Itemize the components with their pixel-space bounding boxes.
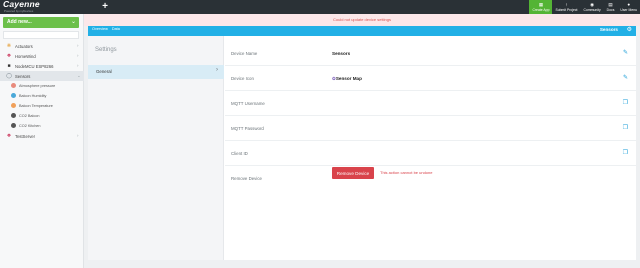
settings-value-text: Sensor Map (335, 76, 362, 81)
chevron-down-icon: ⌄ (70, 19, 76, 25)
sensor-label: CO2 Kitchen (19, 124, 41, 128)
sensor-label: CO2 Balcon (19, 114, 40, 118)
settings-key: Device Icon (231, 76, 254, 81)
logo-text: Cayenne (3, 0, 40, 9)
chevron-right-icon: › (77, 53, 79, 58)
sidebar-item-actuators[interactable]: ❋ Actuators › (0, 41, 84, 51)
settings-nav: Settings General › (88, 36, 224, 260)
settings-row-device-icon: Device Icon ✿Sensor Map ✎ (225, 66, 636, 91)
user-menu-button[interactable]: ● User Menu (617, 0, 640, 14)
settings-value: Sensors (332, 51, 351, 56)
settings-row-device-name: Device Name Sensors ✎ (225, 41, 636, 66)
settings-key: Client ID (231, 151, 248, 156)
docs-label: Docs (606, 8, 615, 12)
add-new-button[interactable]: Add new... ⌄ (3, 17, 79, 28)
copy-icon[interactable]: ❐ (623, 99, 628, 106)
sensor-icon: ◯ (6, 73, 12, 79)
community-label: Community (583, 8, 601, 12)
docs-button[interactable]: ▤ Docs (604, 0, 618, 14)
raspberry-icon: ❖ (6, 53, 12, 59)
sensor-label: Balcon Humidity (19, 94, 47, 98)
sidebar: Add new... ⌄ ❋ Actuators › ❖ HomeWind › … (0, 14, 84, 268)
settings-row-client-id: Client ID ❐ (225, 141, 636, 166)
remove-warning: This action cannot be undone (380, 170, 433, 175)
chevron-down-icon: ⌄ (77, 73, 81, 78)
sensor-item-co2-balcon[interactable]: CO2 Balcon (0, 111, 84, 121)
sidebar-item-homewind[interactable]: ❖ HomeWind › (0, 51, 84, 61)
settings-row-mqtt-password: MQTT Password ❐ (225, 116, 636, 141)
sidebar-item-nodemcu[interactable]: ■ NodeMCU ESP8266 › (0, 61, 84, 71)
copy-icon[interactable]: ❐ (623, 124, 628, 131)
sensor-item-balcon-temperature[interactable]: Balcon Temperature (0, 101, 84, 111)
edit-icon[interactable]: ✎ (623, 49, 628, 56)
copy-icon[interactable]: ❐ (623, 149, 628, 156)
sidebar-item-label: Actuators (15, 44, 33, 49)
device-title: Sensors (599, 27, 618, 32)
sensor-item-atmosphere-pressure[interactable]: Atmosphere pressure (0, 81, 84, 91)
co2-icon (11, 123, 16, 128)
sidebar-item-testserver[interactable]: ❖ TestServer › (0, 131, 84, 141)
settings-nav-general[interactable]: General › (88, 65, 224, 79)
board-icon: ■ (7, 63, 11, 69)
sensor-item-co2-kitchen[interactable]: CO2 Kitchen (0, 121, 84, 131)
cayenne-logo[interactable]: Cayenne Powered by myDevices (3, 0, 83, 14)
pressure-icon (11, 83, 16, 88)
edit-icon[interactable]: ✎ (623, 74, 628, 81)
humidity-icon (11, 93, 16, 98)
sidebar-item-label: TestServer (15, 134, 36, 139)
chevron-right-icon: › (77, 43, 79, 48)
settings-key: MQTT Username (231, 101, 265, 106)
add-new-label: Add new... (7, 19, 32, 25)
error-notification: Could not update device settings (84, 14, 640, 26)
user-menu-label: User Menu (620, 8, 637, 12)
tab-overview[interactable]: Overview (92, 26, 108, 32)
device-header-bar: Overview Data Sensors ⚙ (88, 26, 636, 36)
device-tabs: Overview Data (92, 26, 120, 32)
temperature-icon (11, 103, 16, 108)
submit-project-label: Submit Project (555, 8, 578, 12)
actuator-icon: ❋ (6, 43, 12, 49)
settings-value: ✿Sensor Map (332, 76, 362, 82)
sensor-label: Atmosphere pressure (19, 84, 56, 88)
sidebar-item-label: Sensors (15, 74, 31, 79)
tab-data[interactable]: Data (112, 26, 120, 32)
top-actions: ▦ Create App ↑ Submit Project ◉ Communit… (529, 0, 640, 14)
co2-icon (11, 113, 16, 118)
settings-title: Settings (95, 47, 117, 53)
sensor-label: Balcon Temperature (19, 104, 53, 108)
chevron-right-icon: › (77, 63, 79, 68)
device-list: ❋ Actuators › ❖ HomeWind › ■ NodeMCU ESP… (0, 41, 84, 141)
sidebar-item-label: NodeMCU ESP8266 (15, 64, 54, 69)
settings-key: Device Name (231, 51, 258, 56)
settings-row-mqtt-username: MQTT Username ❐ (225, 91, 636, 116)
sensor-item-balcon-humidity[interactable]: Balcon Humidity (0, 91, 84, 101)
top-bar: Cayenne Powered by myDevices + ▦ Create … (0, 0, 640, 14)
device-search-input[interactable] (3, 31, 79, 39)
add-tab-button[interactable]: + (100, 1, 110, 13)
sidebar-item-label: HomeWind (15, 54, 36, 59)
raspberry-icon: ❖ (6, 133, 12, 139)
chevron-right-icon: › (77, 133, 79, 138)
gear-icon[interactable]: ⚙ (627, 26, 632, 33)
settings-rows: Device Name Sensors ✎ Device Icon ✿Senso… (225, 41, 636, 191)
chevron-right-icon: › (216, 67, 218, 73)
community-button[interactable]: ◉ Community (581, 0, 604, 14)
settings-key: MQTT Password (231, 126, 264, 131)
sidebar-item-sensors[interactable]: ◯ Sensors ⌄ (0, 71, 84, 81)
settings-nav-label: General (96, 69, 112, 74)
logo-subtitle: Powered by myDevices (4, 9, 34, 13)
create-app-label: Create App (532, 8, 550, 12)
settings-panel: Settings General › Device Name Sensors ✎… (88, 36, 636, 260)
create-app-button[interactable]: ▦ Create App (529, 0, 553, 14)
submit-project-button[interactable]: ↑ Submit Project (552, 0, 580, 14)
settings-key: Remove Device (231, 176, 262, 181)
remove-device-button[interactable]: Remove Device (332, 167, 374, 179)
